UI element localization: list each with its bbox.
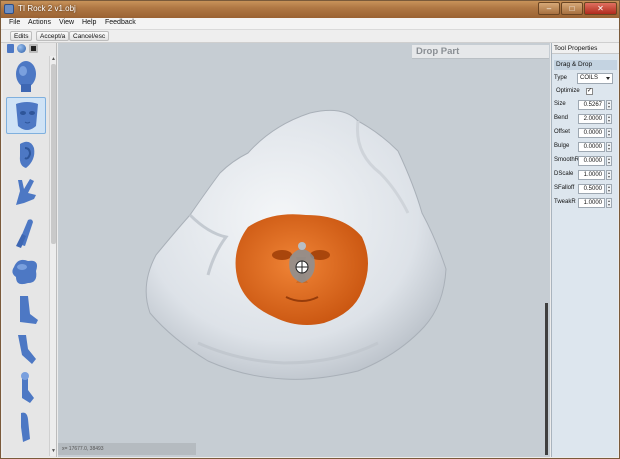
spinner-icon[interactable] [606,198,612,208]
param-value-field[interactable]: 1.0000 [578,198,605,208]
optimize-checkbox[interactable]: ✓ [586,88,593,95]
spinner-icon[interactable] [606,100,612,110]
accept-button[interactable]: Accept/a [36,31,70,41]
param-label: SFalloff [554,185,575,191]
viewport-title: Drop Part [412,45,549,59]
parts-thumbnail-list [3,56,49,456]
finger-part-icon [16,219,33,248]
part-thumbnail-hand[interactable] [6,175,46,212]
face-part-icon [16,102,38,130]
spinner-icon[interactable] [606,142,612,152]
part-thumbnail-blob[interactable] [6,253,46,290]
optimize-row: Optimize ✓ [552,86,619,98]
rock-mesh-render [145,109,447,380]
param-value-field[interactable]: 2.0000 [578,114,605,124]
scrollbar-thumb[interactable] [51,64,56,244]
param-row-dscale: DScale 1.0000 [552,169,619,181]
param-label: SmoothR [554,157,580,163]
param-row-bulge: Bulge 0.0000 [552,141,619,153]
param-row-offset: Offset 0.0000 [552,127,619,139]
menu-help[interactable]: Help [82,19,96,26]
blob-part-icon [12,259,37,285]
param-value-field[interactable]: 0.0000 [578,128,605,138]
menu-bar: File Actions View Help Feedback [1,18,619,30]
menu-actions[interactable]: Actions [28,19,51,26]
tool-properties-header: Tool Properties [552,43,619,54]
head-part-icon [16,61,36,92]
spinner-icon[interactable] [606,170,612,180]
param-row-sfalloff: SFalloff 0.5000 [552,183,619,195]
part-thumbnail-arm[interactable] [6,409,46,446]
app-icon [4,4,14,14]
param-label: Size [554,101,566,107]
chevron-down-icon [606,77,610,80]
window-title: TI Rock 2 v1.obj [18,4,76,13]
type-label: Type [554,75,568,81]
drag-drop-section-header: Drag & Drop [554,60,617,70]
part-thumbnail-foot[interactable] [6,292,46,329]
3d-viewport[interactable]: Drop Part x= 17677.0, 38493 [58,43,550,457]
param-label: Offset [554,129,570,135]
menu-feedback[interactable]: Feedback [105,19,136,26]
spinner-icon[interactable] [606,114,612,124]
ear-part-icon [19,141,35,168]
spinner-icon[interactable] [606,156,612,166]
edits-button[interactable]: Edits [10,31,33,41]
app-window: TI Rock 2 v1.obj – □ ✕ File Actions View… [0,0,620,459]
param-value-field[interactable]: 1.0000 [578,170,605,180]
param-row-size: Size 0.5267 [552,99,619,111]
spinner-icon[interactable] [606,184,612,194]
parts-library-panel: ▲ ▼ [3,43,57,457]
type-select[interactable]: COILS [577,73,613,84]
menu-file[interactable]: File [9,19,20,26]
param-value-field[interactable]: 0.0000 [578,142,605,152]
param-label: DScale [554,171,574,177]
figure-mode-icon[interactable] [7,44,14,53]
arm-part-icon [21,412,30,442]
leg-part-icon [18,335,36,364]
param-row-tweakr: TweakR 1.0000 [552,197,619,209]
foot-part-icon [20,296,38,324]
param-value-field[interactable]: 0.5000 [578,184,605,194]
param-value-field[interactable]: 0.0000 [578,156,605,166]
menu-view[interactable]: View [59,19,74,26]
status-bar-text: x= 17677.0, 38493 [58,443,196,455]
close-button[interactable]: ✕ [584,2,617,15]
type-select-value: COILS [580,75,599,81]
cancel-button[interactable]: Cancel/esc [69,31,110,41]
scroll-down-icon[interactable]: ▼ [51,448,56,454]
type-row: Type COILS [552,73,619,85]
hand-part-icon [16,179,36,205]
param-row-smoothr: SmoothR 0.0000 [552,155,619,167]
stamp-mode-icon[interactable] [29,44,38,53]
part-thumbnail-head[interactable] [6,58,46,95]
minimize-button[interactable]: – [538,2,560,15]
optimize-label: Optimize [556,88,580,94]
part-thumbnail-face[interactable] [6,97,46,134]
param-row-bend: Bend 2.0000 [552,113,619,125]
param-value-field[interactable]: 0.5267 [578,100,605,110]
part-thumbnail-ear[interactable] [6,136,46,173]
part-thumbnail-toe[interactable] [6,370,46,407]
part-thumbnail-leg[interactable] [6,331,46,368]
sphere-mode-icon[interactable] [17,44,26,53]
param-label: TweakR [554,199,576,205]
toolbar: Edits Accept/a Cancel/esc [1,30,619,43]
tool-properties-panel: Tool Properties Drag & Drop Type COILS O… [551,43,619,457]
viewport-scrollbar[interactable] [545,303,548,455]
param-label: Bulge [554,143,570,149]
part-thumbnail-finger[interactable] [6,214,46,251]
title-bar: TI Rock 2 v1.obj – □ ✕ [1,1,619,18]
scroll-up-icon[interactable]: ▲ [51,56,56,62]
spinner-icon[interactable] [606,128,612,138]
maximize-button[interactable]: □ [561,2,583,15]
library-scrollbar[interactable]: ▲ ▼ [49,56,56,456]
param-label: Bend [554,115,569,121]
toe-part-icon [21,372,34,403]
